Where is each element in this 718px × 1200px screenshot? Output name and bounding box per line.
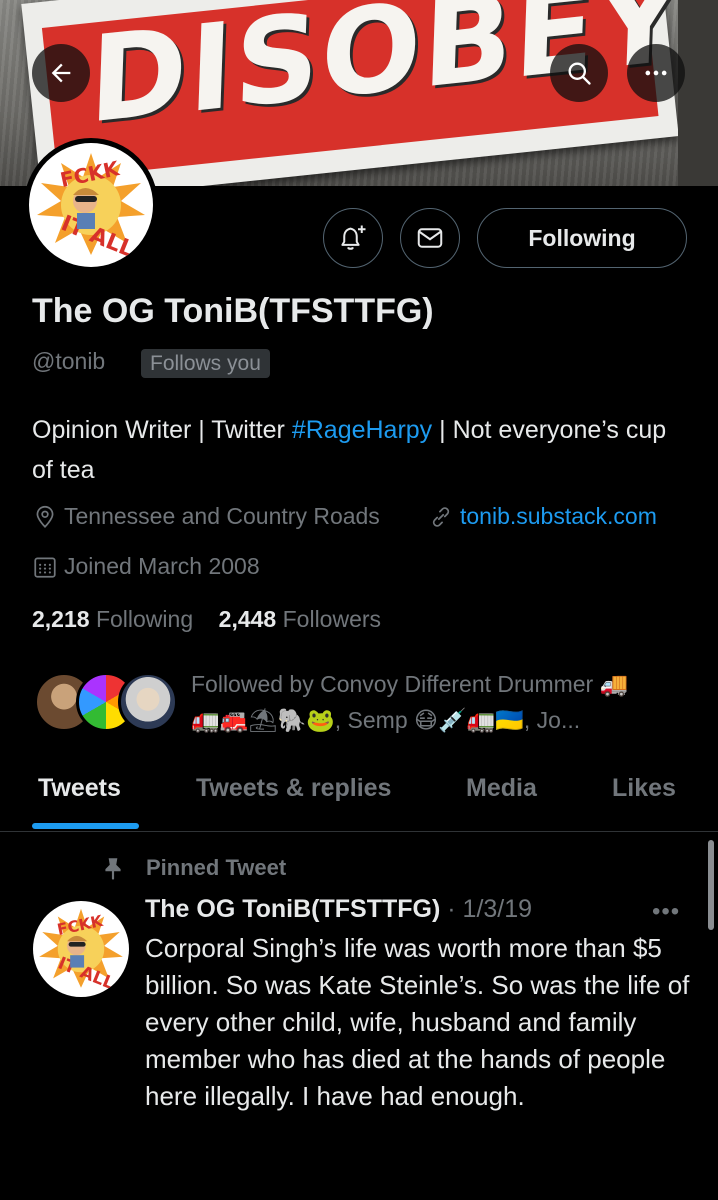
tab-tweets[interactable]: Tweets xyxy=(38,774,121,803)
avatar-image: FCKK IT ALL xyxy=(29,143,153,267)
followed-by-line1: Followed by Convoy Different Drummer 🚚 xyxy=(191,671,629,697)
following-count-link[interactable]: 2,218 Following xyxy=(32,606,193,632)
profile-bio: Opinion Writer | Twitter #RageHarpy | No… xyxy=(32,410,682,490)
followed-by-text[interactable]: Followed by Convoy Different Drummer 🚚 🚛… xyxy=(191,666,681,738)
back-arrow-icon xyxy=(51,63,71,83)
tweet-author-avatar[interactable]: FCKK IT ALL xyxy=(30,898,132,1000)
search-button[interactable] xyxy=(550,44,608,102)
profile-avatar[interactable]: FCKK IT ALL xyxy=(24,138,158,272)
profile-tabs: Tweets Tweets & replies Media Likes xyxy=(0,762,718,832)
tab-tweets-and-replies[interactable]: Tweets & replies xyxy=(196,774,391,803)
pin-icon xyxy=(105,858,121,880)
following-count: 2,218 xyxy=(32,606,90,632)
joined-text: Joined March 2008 xyxy=(64,553,260,579)
message-envelope-icon xyxy=(417,228,443,248)
profile-location: Tennessee and Country Roads xyxy=(32,503,380,530)
tweet-text: Corporal Singh’s life was worth more tha… xyxy=(145,933,690,1111)
bio-text-prefix: Opinion Writer | Twitter xyxy=(32,416,292,444)
tweet-header: The OG ToniB(TFSTTFG) · 1/3/19 xyxy=(145,895,532,924)
tweet-avatar-image: FCKK IT ALL xyxy=(33,901,129,997)
calendar-icon xyxy=(34,556,56,578)
following-button[interactable]: Following xyxy=(477,208,687,268)
message-button[interactable] xyxy=(400,208,460,268)
followers-count: 2,448 xyxy=(218,606,277,632)
more-button[interactable] xyxy=(627,44,685,102)
pinned-label-text: Pinned Tweet xyxy=(146,855,287,880)
banner-post xyxy=(678,0,718,186)
bio-hashtag-link[interactable]: #RageHarpy xyxy=(292,416,432,444)
tweet-date[interactable]: · 1/3/19 xyxy=(447,895,532,923)
followers-count-link[interactable]: 2,448 Followers xyxy=(219,606,381,632)
followers-label: Followers xyxy=(282,606,382,632)
back-button[interactable] xyxy=(32,44,90,102)
follows-you-badge: Follows you xyxy=(141,349,270,378)
location-text: Tennessee and Country Roads xyxy=(64,503,380,529)
tab-media[interactable]: Media xyxy=(466,774,537,803)
notifications-button[interactable] xyxy=(323,208,383,268)
follow-counts: 2,218 Following 2,448 Followers xyxy=(32,606,381,633)
active-tab-indicator xyxy=(32,823,139,829)
pinned-tweet-label: Pinned Tweet xyxy=(100,855,286,881)
profile-handle: @tonib xyxy=(32,348,106,374)
notification-bell-icon xyxy=(341,225,366,250)
profile-website[interactable]: tonib.substack.com xyxy=(428,503,657,530)
link-icon xyxy=(432,506,450,527)
search-icon xyxy=(568,62,591,85)
more-icon xyxy=(645,70,667,76)
followed-by-line2: 🚛🚒⛱🐘🐸, Semp 😷💉🚛🇺🇦, Jo... xyxy=(191,707,581,733)
profile-joined: Joined March 2008 xyxy=(32,553,260,580)
following-label: Following xyxy=(95,606,194,632)
location-pin-icon xyxy=(36,505,54,528)
scrollbar[interactable] xyxy=(708,840,714,930)
website-link[interactable]: tonib.substack.com xyxy=(460,503,657,530)
profile-display-name: The OG ToniB(TFSTTFG) xyxy=(32,292,434,330)
tab-likes[interactable]: Likes xyxy=(612,774,676,803)
tweet-more-button[interactable]: ••• xyxy=(652,898,680,926)
tweet-author-name[interactable]: The OG ToniB(TFSTTFG) xyxy=(145,895,440,923)
mutual-followers-avatars[interactable] xyxy=(34,672,178,734)
mutual-follower-avatar xyxy=(118,672,178,732)
